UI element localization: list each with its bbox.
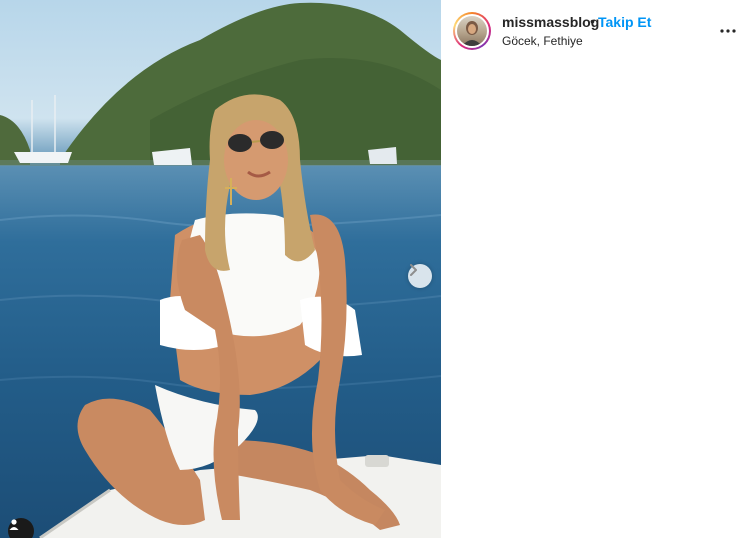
user-tag-icon	[9, 519, 19, 530]
more-options-icon	[720, 29, 736, 33]
chevron-right-icon	[410, 264, 417, 276]
post-photo[interactable]	[0, 0, 441, 538]
photo-scene	[0, 2, 441, 538]
separator-dot: •	[590, 13, 595, 29]
next-photo-button[interactable]	[408, 264, 432, 288]
post-side-panel: missmassblog • Takip Et Göcek, Fethiye	[441, 0, 740, 538]
more-options-button[interactable]	[719, 22, 737, 40]
tagged-users-button[interactable]	[8, 518, 34, 538]
location-link[interactable]: Göcek, Fethiye	[502, 34, 583, 48]
avatar[interactable]	[453, 12, 491, 50]
post-header: missmassblog • Takip Et Göcek, Fethiye	[441, 0, 740, 60]
follow-button[interactable]: Takip Et	[598, 14, 651, 30]
avatar-image	[457, 16, 487, 46]
username-link[interactable]: missmassblog	[502, 14, 599, 30]
